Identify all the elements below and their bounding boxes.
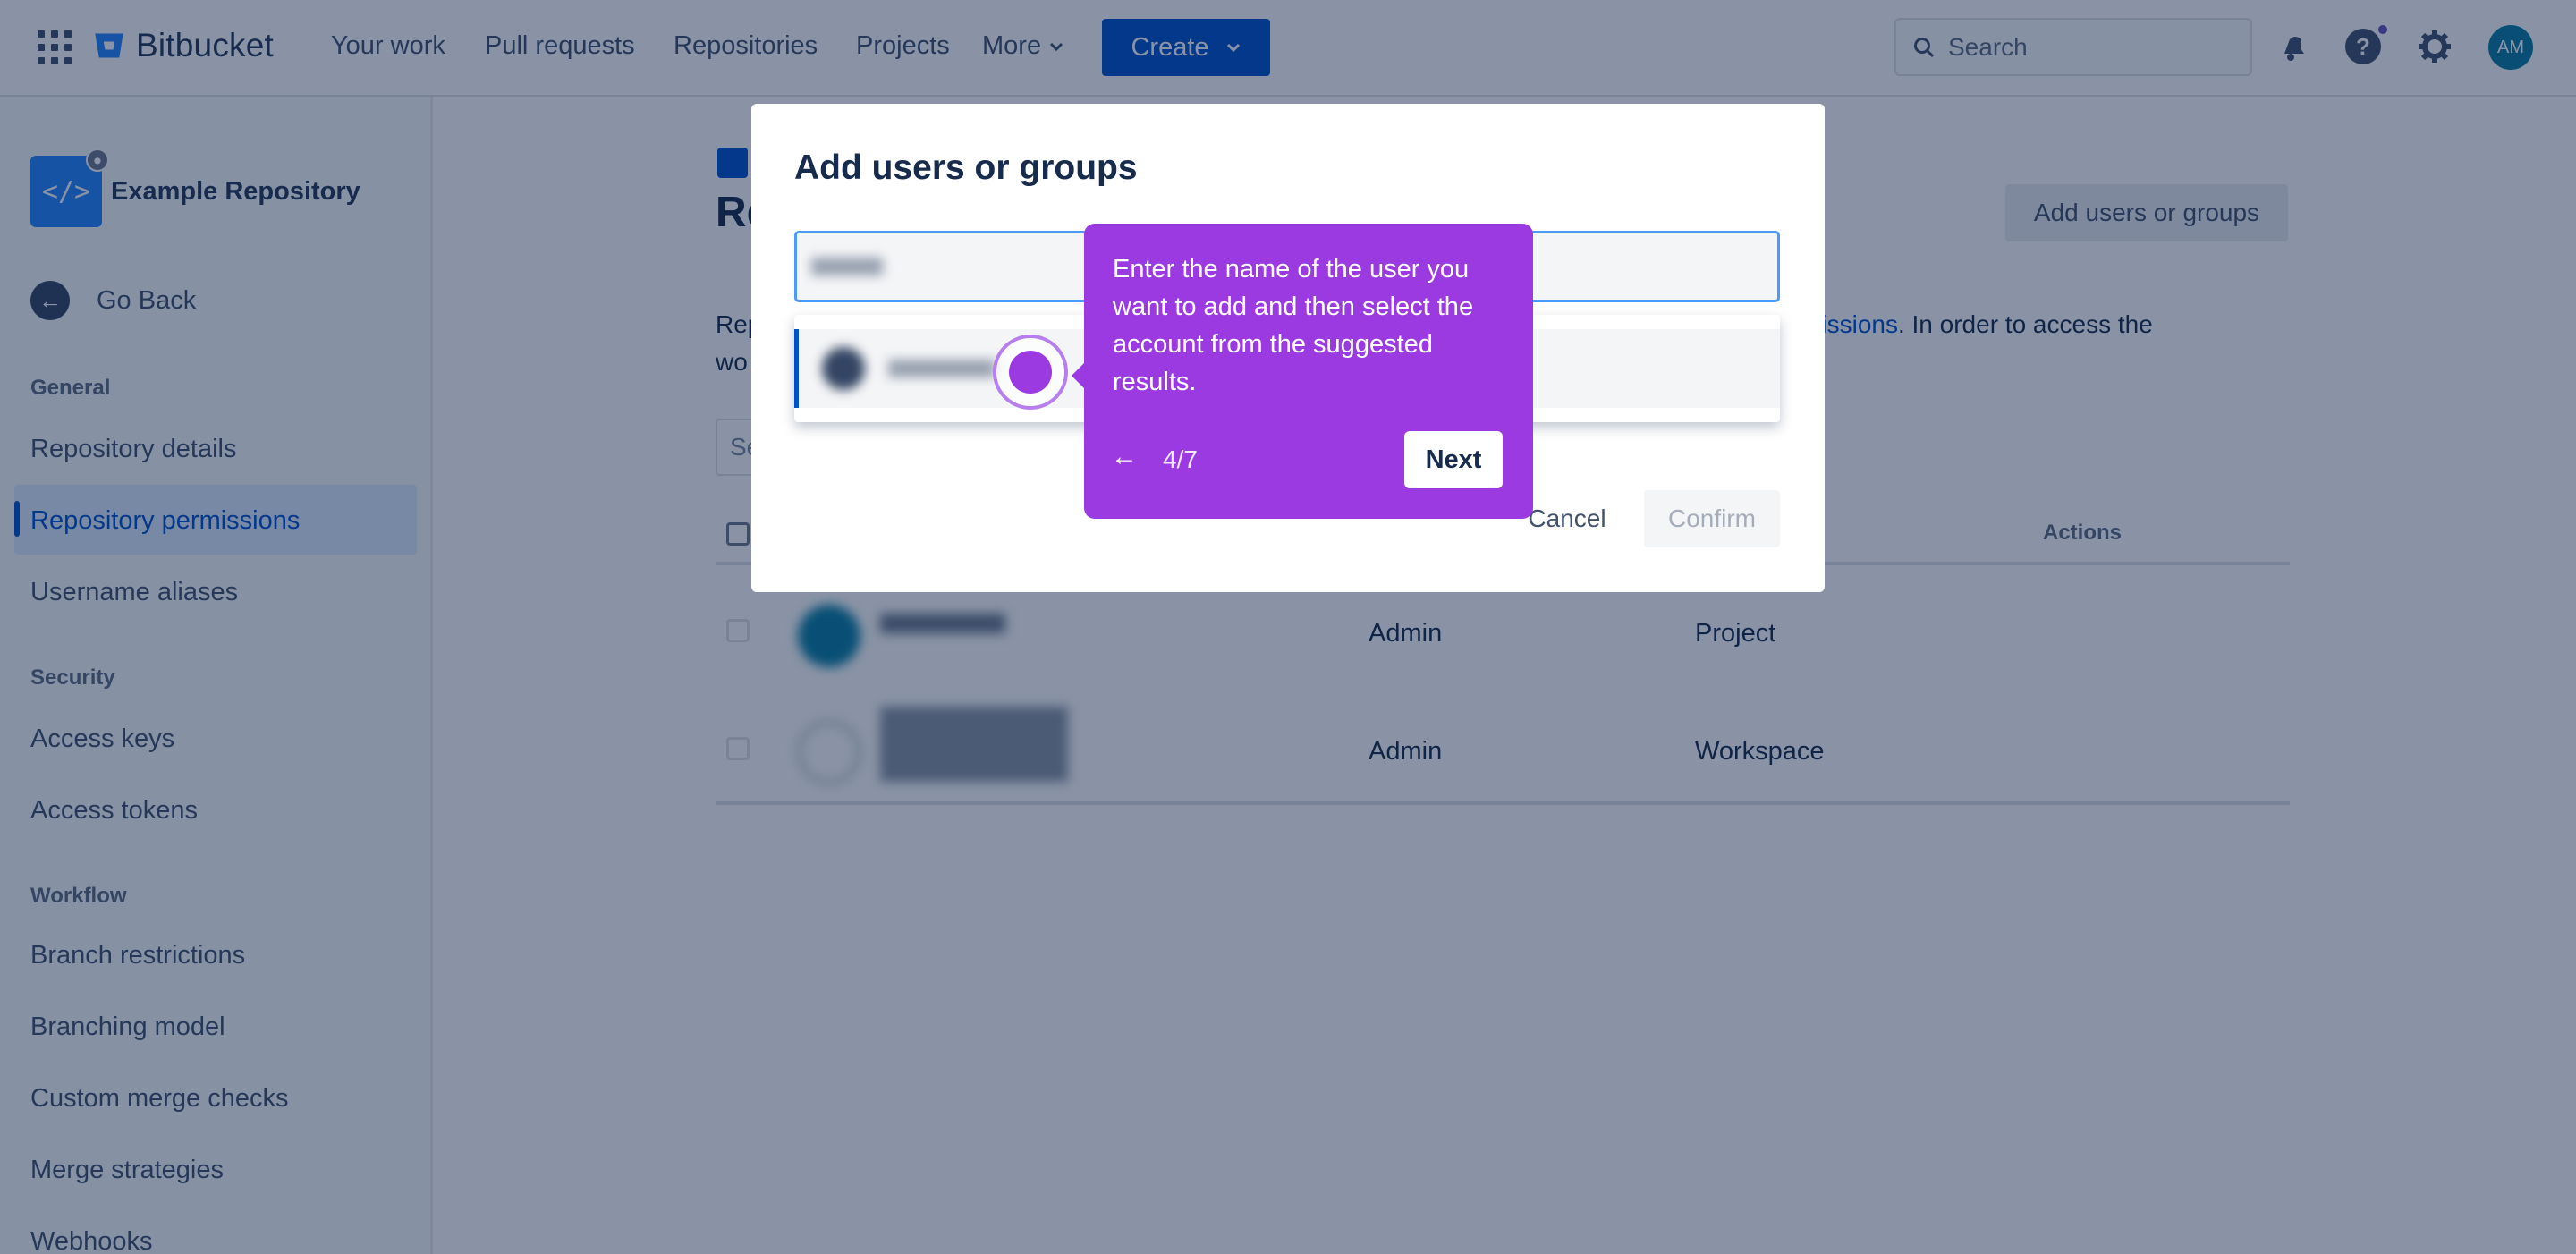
tour-tooltip: Enter the name of the user you want to a…: [1072, 224, 1533, 519]
tour-next-button[interactable]: Next: [1404, 431, 1503, 488]
back-arrow-icon[interactable]: ←: [1111, 442, 1138, 472]
tooltip-pointer: [1072, 361, 1086, 390]
suggestion-avatar: [822, 347, 865, 390]
typed-query-redacted: [811, 258, 883, 275]
tour-hotspot[interactable]: [1009, 351, 1052, 394]
confirm-button[interactable]: Confirm: [1644, 490, 1780, 547]
tour-tooltip-text: Enter the name of the user you want to a…: [1113, 255, 1474, 396]
dialog-title: Add users or groups: [794, 148, 1138, 187]
suggestion-name-redacted: [888, 360, 996, 377]
tour-step-counter: 4/7: [1163, 445, 1198, 473]
